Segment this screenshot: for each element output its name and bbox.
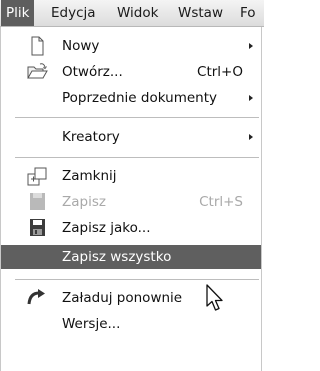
menu-item-zapisz-jako[interactable]: Zapisz jako... (1, 216, 261, 240)
open-folder-icon (27, 63, 48, 79)
save-as-icon (30, 219, 45, 236)
menu-item-otworz[interactable]: Otwórz... Ctrl+O (1, 60, 261, 84)
menu-item-zapisz-wszystko[interactable]: Zapisz wszystko (1, 245, 261, 269)
menu-item-poprzednie-dokumenty[interactable]: Poprzednie dokumenty (1, 86, 261, 110)
menu-item-kreatory[interactable]: Kreatory (1, 125, 261, 149)
menu-item-zapisz[interactable]: Zapisz Ctrl+S (1, 190, 261, 214)
menubar: Plik Edycja Widok Wstaw Fo (0, 0, 264, 27)
menu-item-label: Zapisz wszystko (62, 249, 172, 265)
menu-wstaw[interactable]: Wstaw (178, 0, 223, 26)
menu-item-label: Zamknij (62, 168, 117, 184)
menu-separator (15, 117, 259, 118)
save-icon (30, 193, 45, 210)
mouse-pointer-icon (206, 284, 223, 311)
menu-item-wersje[interactable]: Wersje... (1, 312, 261, 336)
submenu-arrow-icon (249, 43, 253, 49)
submenu-arrow-icon (249, 134, 253, 140)
menu-format-partial[interactable]: Fo (240, 0, 256, 26)
menu-item-label: Nowy (62, 38, 100, 54)
shortcut-label: Ctrl+O (197, 64, 243, 80)
menu-item-label: Załaduj ponownie (62, 290, 183, 306)
menu-item-label: Zapisz jako... (62, 220, 151, 236)
menu-item-label: Wersje... (62, 316, 121, 332)
menu-item-nowy[interactable]: Nowy (1, 34, 261, 58)
menu-separator (15, 157, 259, 158)
file-menu-dropdown: Nowy Otwórz... Ctrl+O Poprzednie dokumen… (0, 27, 262, 371)
menu-edycja[interactable]: Edycja (51, 0, 96, 26)
submenu-arrow-icon (249, 95, 253, 101)
close-document-icon (27, 167, 47, 186)
menu-item-label: Zapisz (62, 194, 106, 210)
menu-item-label: Otwórz... (62, 64, 123, 80)
menu-separator (15, 279, 259, 280)
menu-item-zamknij[interactable]: Zamknij (1, 164, 261, 188)
shortcut-label: Ctrl+S (199, 194, 243, 210)
menu-item-label: Poprzednie dokumenty (62, 90, 217, 106)
menu-plik[interactable]: Plik (1, 0, 35, 26)
new-document-icon (31, 36, 44, 56)
reload-icon (27, 289, 45, 305)
menu-widok[interactable]: Widok (117, 0, 158, 26)
menu-item-label: Kreatory (62, 129, 120, 145)
